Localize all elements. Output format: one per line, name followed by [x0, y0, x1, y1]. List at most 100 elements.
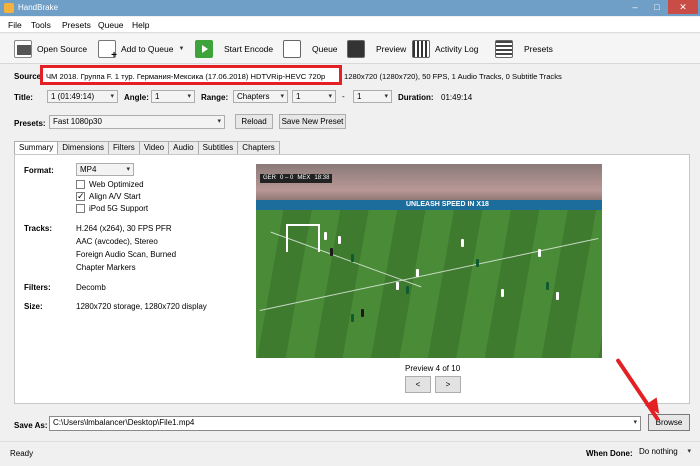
format-select[interactable]: MP4: [76, 163, 134, 176]
web-optimized-label: Web Optimized: [89, 180, 144, 189]
activity-log-label: Activity Log: [435, 44, 479, 54]
preview-icon: [347, 40, 365, 58]
open-source-button[interactable]: Open Source: [14, 40, 87, 58]
status-text: Ready: [10, 449, 34, 458]
advertising-board-text: UNLEASH SPEED IN X18: [406, 201, 489, 208]
handbrake-app-icon: [4, 3, 14, 13]
preview-caption: Preview 4 of 10: [405, 364, 461, 373]
start-encode-label: Start Encode: [224, 44, 274, 54]
title-bar: HandBrake – □ ✕: [0, 0, 700, 16]
player: [361, 309, 364, 317]
reload-button[interactable]: Reload: [235, 114, 273, 129]
web-optimized-checkbox[interactable]: [76, 180, 85, 189]
presets-button[interactable]: Presets: [495, 40, 553, 58]
filters-value: Decomb: [76, 283, 106, 292]
preview-image: UNLEASH SPEED IN X18 GER 0 – 0 MEX 18:38: [256, 164, 602, 358]
player: [351, 254, 354, 262]
menu-file[interactable]: File: [8, 20, 22, 30]
title-label: Title:: [14, 93, 33, 102]
tab-audio[interactable]: Audio: [168, 141, 199, 154]
score-overlay: GER 0 – 0 MEX 18:38: [260, 174, 333, 183]
tracks-label: Tracks:: [24, 224, 53, 233]
preview-prev-button[interactable]: <: [405, 376, 431, 393]
tab-video[interactable]: Video: [138, 141, 170, 154]
play-icon: [195, 40, 213, 58]
preview-button[interactable]: Preview: [347, 40, 406, 58]
window-title: HandBrake: [18, 3, 59, 12]
presets-icon: [495, 40, 513, 58]
tab-subtitles[interactable]: Subtitles: [197, 141, 239, 154]
score-value: 0 – 0: [280, 175, 294, 181]
player: [556, 292, 559, 300]
match-clock: 18:38: [314, 175, 330, 181]
filters-label: Filters:: [24, 283, 51, 292]
status-bar: Ready When Done: Do nothing: [0, 441, 700, 466]
range-separator: -: [342, 92, 345, 101]
queue-button[interactable]: Queue: [283, 40, 338, 58]
ipod-checkbox[interactable]: [76, 204, 85, 213]
track-item: AAC (avcodec), Stereo: [76, 237, 158, 246]
toolbar: Open Source Add to Queue ▼ Start Encode …: [0, 34, 700, 64]
range-end-select[interactable]: 1: [353, 90, 392, 103]
menu-bar: File Tools Presets Queue Help: [0, 17, 700, 33]
align-av-checkbox[interactable]: [76, 191, 85, 202]
preset-select[interactable]: Fast 1080p30: [49, 115, 225, 129]
activity-log-icon: [412, 40, 430, 58]
player: [538, 249, 541, 257]
range-type-select[interactable]: Chapters: [233, 90, 288, 103]
preview-next-button[interactable]: >: [435, 376, 461, 393]
preview-label: Preview: [376, 44, 407, 54]
save-as-label: Save As:: [14, 421, 48, 430]
size-label: Size:: [24, 302, 43, 311]
minimize-button[interactable]: –: [624, 0, 646, 14]
player: [330, 248, 333, 256]
title-select[interactable]: 1 (01:49:14): [47, 90, 118, 103]
duration-label: Duration:: [398, 93, 434, 102]
tab-strip: Summary Dimensions Filters Video Audio S…: [14, 141, 280, 155]
presets-label: Presets: [524, 44, 553, 54]
range-start-select[interactable]: 1: [292, 90, 336, 103]
angle-select[interactable]: 1: [151, 90, 195, 103]
start-encode-button[interactable]: Start Encode: [195, 40, 273, 58]
score-away-team: MEX: [297, 175, 311, 181]
tab-dimensions[interactable]: Dimensions: [57, 141, 110, 154]
align-av-label: Align A/V Start: [89, 192, 141, 201]
menu-queue[interactable]: Queue: [98, 20, 124, 30]
size-value: 1280x720 storage, 1280x720 display: [76, 302, 207, 311]
player: [501, 289, 504, 297]
when-done-label: When Done:: [586, 449, 633, 458]
duration-value: 01:49:14: [441, 93, 473, 102]
activity-log-button[interactable]: Activity Log: [412, 40, 478, 58]
menu-tools[interactable]: Tools: [31, 20, 51, 30]
film-icon: [14, 40, 32, 58]
track-item: Chapter Markers: [76, 263, 136, 272]
save-as-path-input[interactable]: C:\Users\lmbalancer\Desktop\File1.mp4: [49, 416, 641, 431]
tab-summary[interactable]: Summary: [14, 141, 59, 155]
score-home-team: GER: [263, 175, 277, 181]
add-to-queue-button[interactable]: Add to Queue ▼: [98, 40, 184, 61]
player: [351, 314, 354, 322]
source-name: ЧМ 2018. Группа F. 1 тур. Германия-Мекси…: [46, 72, 326, 81]
tab-chapters[interactable]: Chapters: [237, 141, 280, 154]
player: [338, 236, 341, 244]
queue-icon: [283, 40, 301, 58]
open-source-label: Open Source: [37, 44, 88, 54]
goal-frame: [286, 224, 320, 252]
player: [546, 282, 549, 290]
player: [476, 259, 479, 267]
player: [396, 282, 399, 290]
add-to-queue-label: Add to Queue: [121, 44, 174, 54]
angle-label: Angle:: [124, 93, 149, 102]
ipod-label: iPod 5G Support: [89, 204, 149, 213]
chevron-down-icon[interactable]: ▼: [178, 46, 184, 52]
source-info: 1280x720 (1280x720), 50 FPS, 1 Audio Tra…: [344, 72, 562, 81]
tab-filters[interactable]: Filters: [108, 141, 140, 154]
player: [406, 286, 409, 294]
when-done-select[interactable]: Do nothing: [636, 446, 694, 459]
player: [324, 232, 327, 240]
close-button[interactable]: ✕: [668, 0, 698, 14]
maximize-button[interactable]: □: [646, 0, 668, 14]
menu-presets[interactable]: Presets: [62, 20, 91, 30]
menu-help[interactable]: Help: [132, 20, 149, 30]
save-new-preset-button[interactable]: Save New Preset: [279, 114, 346, 129]
